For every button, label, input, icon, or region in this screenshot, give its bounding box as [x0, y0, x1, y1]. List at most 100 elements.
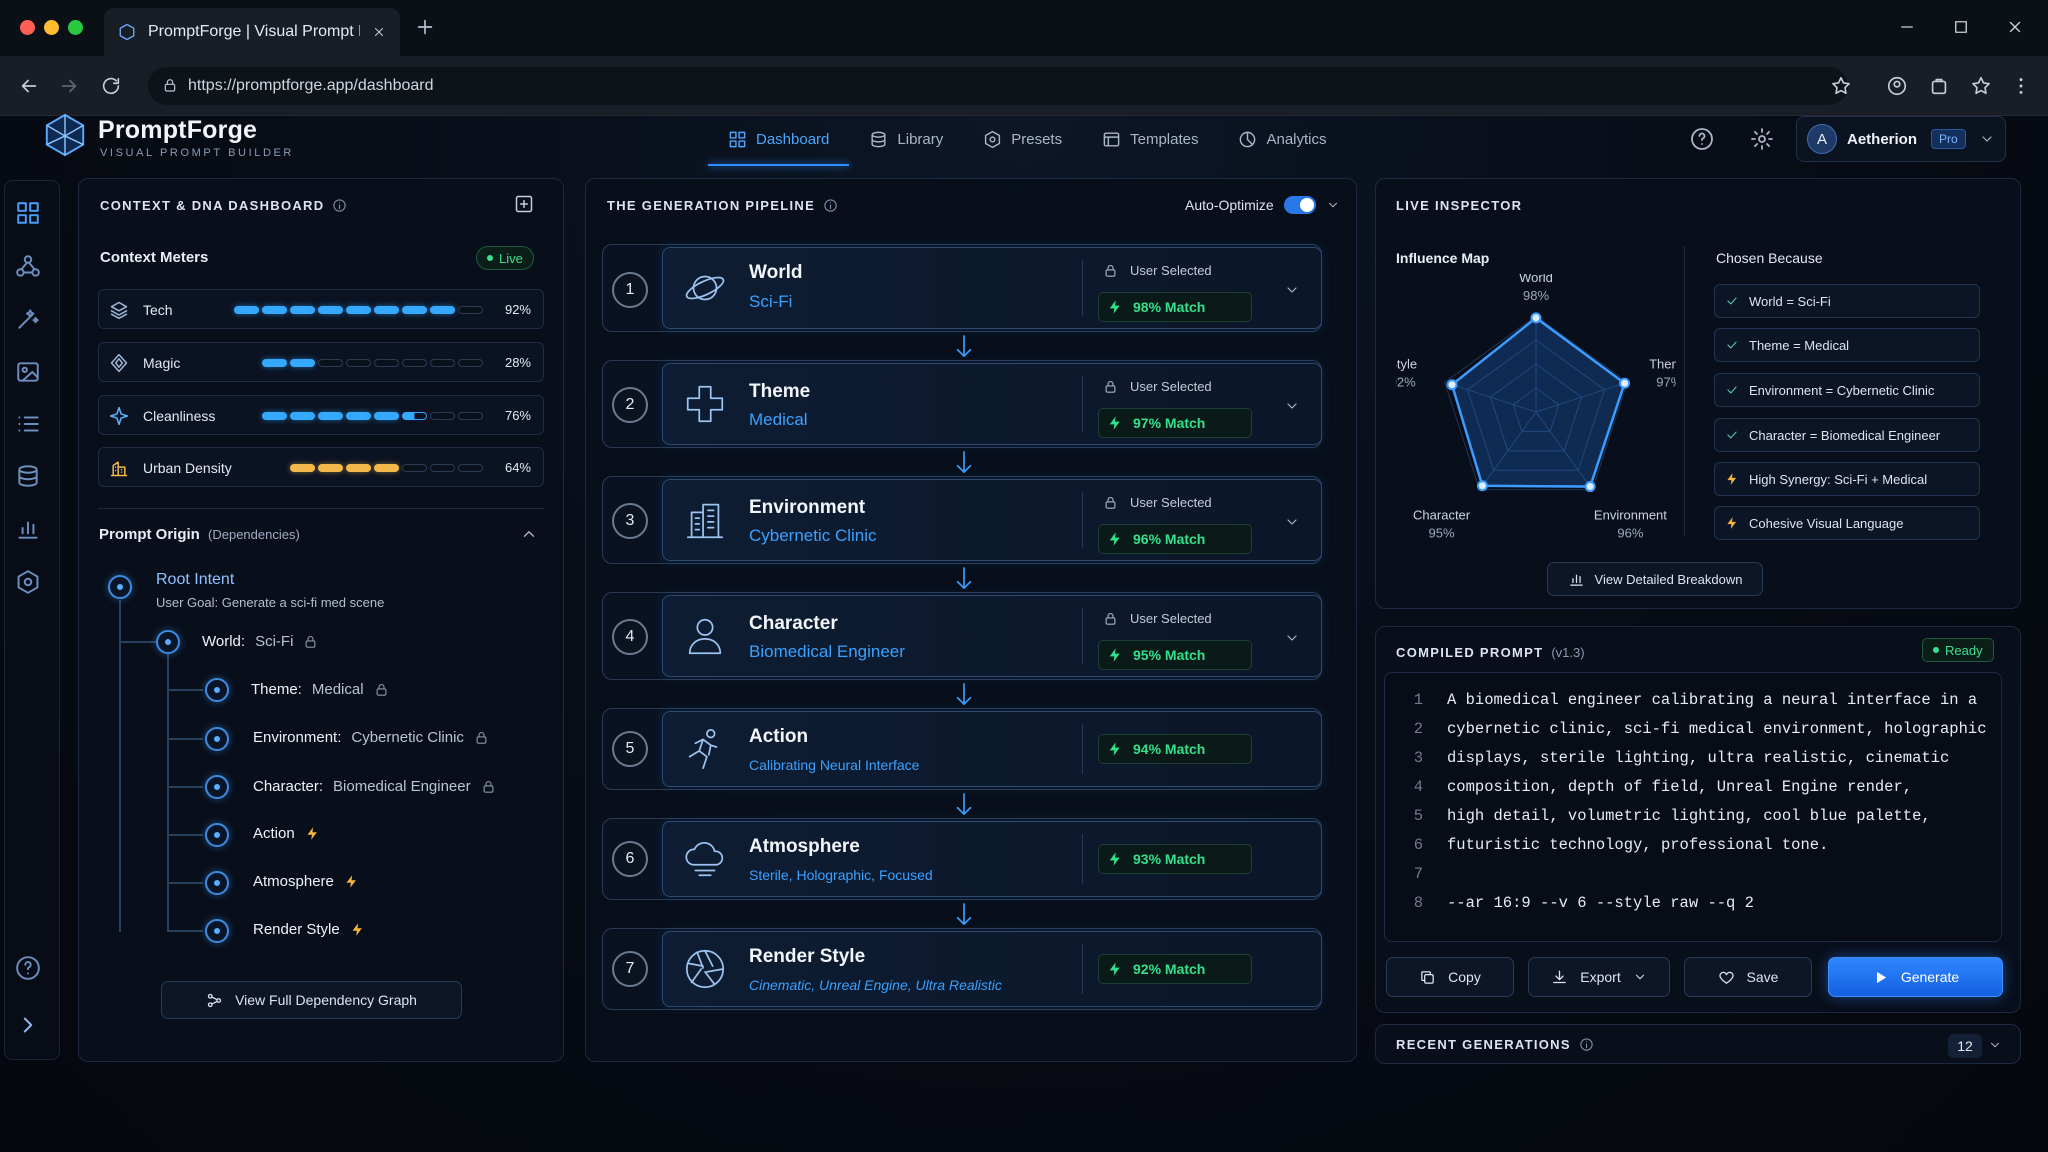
flow-arrow-icon: [956, 683, 972, 705]
settings-gear-icon[interactable]: [1750, 127, 1774, 151]
tree-node-atmosphere[interactable]: [205, 871, 229, 895]
diamond-icon: [110, 353, 128, 373]
bookmark-star-icon[interactable]: [1830, 75, 1852, 97]
favorites-icon[interactable]: [1970, 75, 1992, 97]
close-window-icon[interactable]: [2006, 18, 2024, 36]
view-breakdown-button[interactable]: View Detailed Breakdown: [1547, 562, 1763, 596]
radar-point: [1446, 379, 1458, 391]
code-line: 5 high detail, volumetric lighting, cool …: [1385, 801, 1931, 830]
url-field[interactable]: https://promptforge.app/dashboard: [148, 67, 1848, 105]
layers-icon: [110, 301, 128, 320]
more-menu-icon[interactable]: [2010, 75, 2032, 97]
nav-dashboard[interactable]: Dashboard: [708, 122, 850, 166]
view-dependency-graph-button[interactable]: View Full Dependency Graph: [161, 981, 462, 1019]
extensions-icon[interactable]: [1928, 75, 1950, 97]
match-badge: 98% Match: [1098, 292, 1252, 322]
info-icon[interactable]: [332, 198, 347, 213]
dashboard-icon: [729, 131, 746, 147]
info-icon[interactable]: [1579, 1037, 1594, 1052]
reason-item: Character = Biomedical Engineer: [1714, 418, 1980, 452]
sidebar-list-icon[interactable]: [15, 411, 41, 437]
sidebar-chart-icon[interactable]: [15, 516, 41, 542]
brand-subtitle: VISUAL PROMPT BUILDER: [100, 147, 294, 159]
code-line: 8 --ar 16:9 --v 6 --style raw --q 2: [1385, 888, 1754, 917]
tree-key: Theme:: [251, 681, 302, 698]
match-badge: 92% Match: [1098, 954, 1252, 984]
radar-axis-label: Environment: [1594, 508, 1667, 523]
compiled-header: COMPILED PROMPT (v1.3): [1396, 645, 1585, 660]
sidebar-image-icon[interactable]: [15, 359, 41, 385]
tab-close-icon[interactable]: [372, 25, 386, 39]
window-minimize-dot[interactable]: [44, 20, 59, 35]
tree-node-world[interactable]: [156, 630, 180, 654]
inspector-title: LIVE INSPECTOR: [1396, 198, 1523, 213]
tree-node-action[interactable]: [205, 823, 229, 847]
tree-value: Cybernetic Clinic: [351, 729, 464, 746]
browser-tab[interactable]: PromptForge | Visual Prompt Builder: [104, 8, 400, 56]
code-line: 1 A biomedical engineer calibrating a neu…: [1385, 685, 1978, 714]
sidebar-graph-icon[interactable]: [15, 253, 41, 279]
chevron-down-icon[interactable]: [1988, 1038, 2002, 1052]
tree-node-render-style[interactable]: [205, 919, 229, 943]
graph-icon: [207, 993, 222, 1007]
bolt-icon: [346, 875, 356, 888]
reload-icon[interactable]: [100, 75, 122, 97]
nav-library[interactable]: Library: [849, 122, 963, 156]
new-tab-icon[interactable]: [414, 16, 436, 38]
user-menu[interactable]: A Aetherion Pro: [1796, 116, 2006, 162]
sidebar-database-icon[interactable]: [15, 463, 41, 489]
nav-label: Library: [897, 130, 944, 148]
chevron-down-icon[interactable]: [1284, 630, 1300, 646]
sidebar-magic-icon[interactable]: [15, 306, 41, 332]
lock-icon: [1105, 264, 1116, 277]
step-title: Atmosphere: [749, 836, 860, 857]
tree-key: Action: [253, 825, 295, 842]
forward-icon[interactable]: [58, 75, 80, 97]
back-icon[interactable]: [18, 75, 40, 97]
check-icon: [1727, 297, 1737, 305]
nav-analytics[interactable]: Analytics: [1218, 122, 1346, 156]
save-button[interactable]: Save: [1684, 957, 1812, 997]
minimize-icon[interactable]: [1898, 18, 1916, 36]
flow-arrow-icon: [956, 335, 972, 357]
chevron-down-icon[interactable]: [1284, 282, 1300, 298]
reason-text: Theme = Medical: [1749, 337, 1850, 353]
sidebar-help-icon[interactable]: [15, 955, 41, 981]
profile-icon[interactable]: [1886, 75, 1908, 97]
chevron-down-icon[interactable]: [1284, 514, 1300, 530]
prompt-origin-header: Prompt Origin (Dependencies): [99, 526, 300, 543]
sidebar-settings-icon[interactable]: [15, 569, 41, 595]
sidebar-expand-icon[interactable]: [15, 1012, 41, 1038]
tree-node-theme[interactable]: [205, 678, 229, 702]
generate-button[interactable]: Generate: [1828, 957, 2003, 997]
chevron-down-icon[interactable]: [1326, 198, 1340, 212]
flow-arrow-icon: [956, 567, 972, 589]
bolt-icon: [1109, 742, 1120, 756]
tree-node-character[interactable]: [205, 775, 229, 799]
radar-point: [1530, 312, 1542, 324]
auto-optimize-toggle[interactable]: [1283, 196, 1316, 214]
sidebar-dashboard-icon[interactable]: [15, 200, 41, 226]
nav-presets[interactable]: Presets: [963, 122, 1082, 156]
prompt-code-editor[interactable]: 1 A biomedical engineer calibrating a neu…: [1384, 672, 2002, 942]
tree-node-root[interactable]: [108, 575, 132, 599]
step-number: 1: [612, 272, 648, 308]
lock-icon: [164, 79, 176, 92]
tree-line: [119, 600, 121, 932]
nav-label: Dashboard: [756, 130, 830, 148]
window-close-dot[interactable]: [20, 20, 35, 35]
info-icon[interactable]: [823, 198, 838, 213]
chevron-down-icon[interactable]: [1284, 398, 1300, 414]
tree-node-environment[interactable]: [205, 727, 229, 751]
window-maximize-dot[interactable]: [68, 20, 83, 35]
avatar: A: [1807, 124, 1837, 154]
divider: [1684, 246, 1685, 536]
nav-templates[interactable]: Templates: [1082, 122, 1218, 156]
help-icon[interactable]: [1690, 127, 1714, 151]
copy-button[interactable]: Copy: [1386, 957, 1514, 997]
export-button[interactable]: Export: [1528, 957, 1670, 997]
maximize-icon[interactable]: [1952, 18, 1970, 36]
lock-icon: [376, 683, 386, 696]
add-context-icon[interactable]: [514, 194, 534, 214]
collapse-chevron-icon[interactable]: [520, 525, 538, 543]
